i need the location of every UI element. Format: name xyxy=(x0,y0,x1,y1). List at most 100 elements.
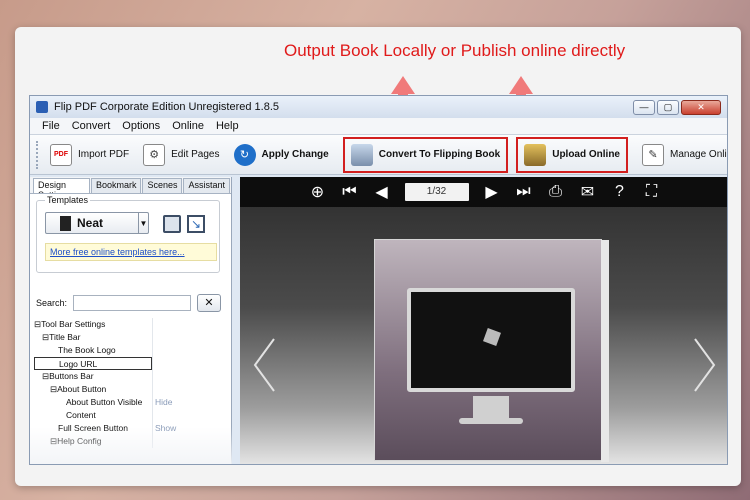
templates-label: Templates xyxy=(45,195,91,205)
tree-row[interactable]: Logo URL xyxy=(34,357,220,370)
flip-previous-icon[interactable] xyxy=(252,337,276,393)
toolbar-grip xyxy=(36,140,38,169)
next-page-icon[interactable]: ▶ xyxy=(483,182,501,202)
app-window: Flip PDF Corporate Edition Unregistered … xyxy=(29,95,728,465)
upload-icon xyxy=(524,143,547,166)
menu-help[interactable]: Help xyxy=(210,120,245,132)
monitor-image xyxy=(407,288,575,392)
tab-assistant[interactable]: Assistant xyxy=(183,178,230,193)
import-pdf-button[interactable]: PDF Import PDF xyxy=(44,137,135,173)
template-value: Neat xyxy=(77,216,104,230)
help-icon[interactable]: ? xyxy=(611,183,629,201)
book-page[interactable] xyxy=(374,239,609,462)
tab-bookmark[interactable]: Bookmark xyxy=(90,178,142,193)
edit-pages-button[interactable]: ⚙ Edit Pages xyxy=(137,137,225,173)
design-setting-body: Templates Neat ▼ ↘ More free online temp… xyxy=(30,193,231,464)
template-select[interactable]: Neat ▼ xyxy=(45,212,149,234)
last-page-icon[interactable]: ⏭ xyxy=(515,183,533,201)
tree-row-label: ⊟Tool Bar Settings xyxy=(34,319,106,329)
tree-row[interactable]: The Book Logo xyxy=(34,344,220,357)
manage-books-icon: ✎ xyxy=(642,143,664,166)
panel-fade xyxy=(30,427,232,464)
menu-convert[interactable]: Convert xyxy=(66,120,117,132)
first-page-icon[interactable]: ⏮ xyxy=(341,183,359,201)
import-pdf-label: Import PDF xyxy=(78,149,130,160)
book-page-edge xyxy=(601,240,609,462)
settings-panel: Design Setting Bookmark Scenes Assistant… xyxy=(30,177,232,464)
apply-change-label: Apply Change xyxy=(261,149,329,160)
maximize-button[interactable]: ▢ xyxy=(657,99,679,115)
upload-label: Upload Online xyxy=(552,149,620,160)
tree-row-label: The Book Logo xyxy=(58,345,116,355)
close-button[interactable]: ✕ xyxy=(681,99,721,115)
tree-row-label: Content xyxy=(66,410,96,420)
tree-row-value xyxy=(152,344,155,357)
pdf-file-icon: PDF xyxy=(50,143,72,166)
zoom-in-icon[interactable]: ⊕ xyxy=(309,182,327,202)
tree-row[interactable]: ⊟Buttons Bar xyxy=(34,370,220,383)
tree-row-label: Logo URL xyxy=(34,357,152,370)
monitor-stand xyxy=(473,396,509,420)
tree-row-value: Hide xyxy=(152,396,172,409)
templates-group: Templates Neat ▼ ↘ More free online temp… xyxy=(36,195,220,273)
tree-row-label: ⊟Buttons Bar xyxy=(42,371,94,381)
menu-file[interactable]: File xyxy=(36,120,66,132)
more-templates-link[interactable]: More free online templates here... xyxy=(45,243,217,261)
tree-row-label: ⊟About Button xyxy=(50,384,107,394)
menu-options[interactable]: Options xyxy=(116,120,166,132)
convert-label: Convert To Flipping Book xyxy=(378,149,501,160)
main-toolbar: PDF Import PDF ⚙ Edit Pages ↻ Apply Chan… xyxy=(30,135,727,175)
book-icon xyxy=(60,215,71,231)
fullscreen-icon[interactable]: ⛶ xyxy=(643,183,661,201)
tree-row[interactable]: About Button Visible Hide xyxy=(34,396,220,409)
apply-change-button[interactable]: ↻ Apply Change xyxy=(228,137,335,173)
tree-row[interactable]: Content xyxy=(34,409,220,422)
search-label: Search: xyxy=(36,298,68,308)
page-number-input[interactable]: 1/32 xyxy=(404,183,469,201)
viewer-toolbar: ⊕ ⏮ ◀ 1/32 ▶ ⏭ ⎙ ✉ ? ⛶ xyxy=(240,177,727,207)
menu-bar: File Convert Options Online Help xyxy=(30,118,727,135)
upload-online-button[interactable]: Upload Online xyxy=(516,136,628,173)
refresh-icon: ↻ xyxy=(233,143,256,166)
manage-online-books-button[interactable]: ✎ Manage Online Books xyxy=(636,137,727,173)
window-title: Flip PDF Corporate Edition Unregistered … xyxy=(54,101,279,113)
edit-pages-icon: ⚙ xyxy=(143,143,166,166)
flip-next-icon[interactable] xyxy=(693,337,717,393)
email-icon[interactable]: ✉ xyxy=(579,182,597,202)
tree-row-value xyxy=(152,383,155,396)
window-controls: — ▢ ✕ xyxy=(633,99,721,115)
annotation-text: Output Book Locally or Publish online di… xyxy=(284,41,626,60)
apple-logo-icon xyxy=(483,328,501,346)
tree-row-value xyxy=(152,370,155,383)
convert-to-flipping-book-button[interactable]: Convert To Flipping Book xyxy=(342,136,509,173)
tab-scenes[interactable]: Scenes xyxy=(142,178,183,193)
tree-row-value xyxy=(152,357,155,370)
tree-row-value xyxy=(152,318,155,331)
chevron-down-icon[interactable]: ▼ xyxy=(138,212,148,234)
book-convert-icon xyxy=(350,143,373,166)
save-icon[interactable] xyxy=(163,215,181,233)
previous-page-icon[interactable]: ◀ xyxy=(373,182,391,202)
monitor-base xyxy=(459,418,523,424)
tree-row-value xyxy=(152,331,155,344)
app-logo-icon xyxy=(36,101,48,113)
search-input[interactable] xyxy=(73,295,192,311)
import-template-icon[interactable]: ↘ xyxy=(187,215,205,233)
tree-row[interactable]: ⊟About Button xyxy=(34,383,220,396)
tab-design-setting[interactable]: Design Setting xyxy=(33,178,90,200)
tree-row-label: About Button Visible xyxy=(66,397,143,407)
book-preview: ⊕ ⏮ ◀ 1/32 ▶ ⏭ ⎙ ✉ ? ⛶ xyxy=(240,177,727,464)
minimize-button[interactable]: — xyxy=(633,99,655,115)
panel-tabs: Design Setting Bookmark Scenes Assistant xyxy=(30,177,231,200)
title-bar: Flip PDF Corporate Edition Unregistered … xyxy=(30,96,727,118)
manage-label: Manage Online Books xyxy=(670,149,727,160)
tree-row[interactable]: ⊟Tool Bar Settings xyxy=(34,318,220,331)
tree-row[interactable]: ⊟Title Bar xyxy=(34,331,220,344)
clear-search-button[interactable]: ✕ xyxy=(197,294,222,312)
edit-pages-label: Edit Pages xyxy=(171,149,220,160)
tree-row-value xyxy=(152,409,155,422)
print-icon[interactable]: ⎙ xyxy=(547,183,565,201)
search-row: Search: ✕ xyxy=(36,294,222,312)
tree-row-label: ⊟Title Bar xyxy=(42,332,81,342)
menu-online[interactable]: Online xyxy=(166,120,210,132)
